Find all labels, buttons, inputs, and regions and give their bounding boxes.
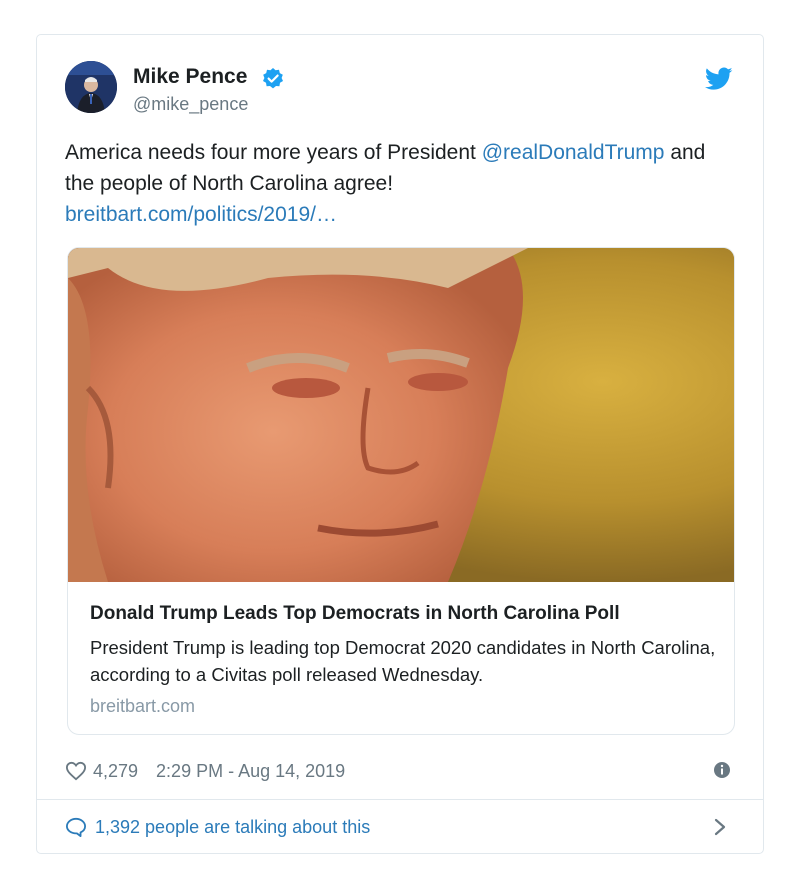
conversation-link[interactable]: 1,392 people are talking about this: [65, 813, 370, 841]
preview-image[interactable]: [68, 248, 734, 582]
chevron-right-icon[interactable]: [713, 818, 727, 836]
twitter-logo-icon[interactable]: [705, 67, 733, 91]
info-icon[interactable]: [713, 761, 731, 779]
preview-title[interactable]: Donald Trump Leads Top Democrats in Nort…: [90, 603, 620, 625]
tweet-meta: 4,279 2:29 PM - Aug 14, 2019: [65, 757, 345, 785]
preview-description: President Trump is leading top Democrat …: [90, 637, 716, 685]
article-link[interactable]: breitbart.com/politics/2019/…: [65, 203, 337, 226]
conversation-text[interactable]: 1,392 people are talking about this: [95, 817, 370, 838]
verified-icon: [263, 68, 283, 89]
author-handle[interactable]: @mike_pence: [133, 94, 248, 115]
comment-icon: [66, 817, 86, 837]
tweet-card: Mike Pence @mike_pence America needs fou…: [36, 34, 764, 854]
mention-link[interactable]: @realDonaldTrump: [482, 141, 665, 164]
tweet-timestamp[interactable]: 2:29 PM - Aug 14, 2019: [156, 761, 345, 782]
author-name[interactable]: Mike Pence: [133, 65, 247, 89]
avatar[interactable]: [65, 61, 117, 113]
tweet-text-start: America needs four more years of Preside…: [65, 141, 482, 164]
heart-icon[interactable]: [65, 761, 87, 781]
link-preview-card[interactable]: Donald Trump Leads Top Democrats in Nort…: [67, 247, 735, 735]
like-count[interactable]: 4,279: [93, 761, 138, 782]
tweet-text: America needs four more years of Preside…: [65, 137, 735, 230]
preview-domain: breitbart.com: [90, 696, 196, 716]
divider: [37, 799, 763, 800]
